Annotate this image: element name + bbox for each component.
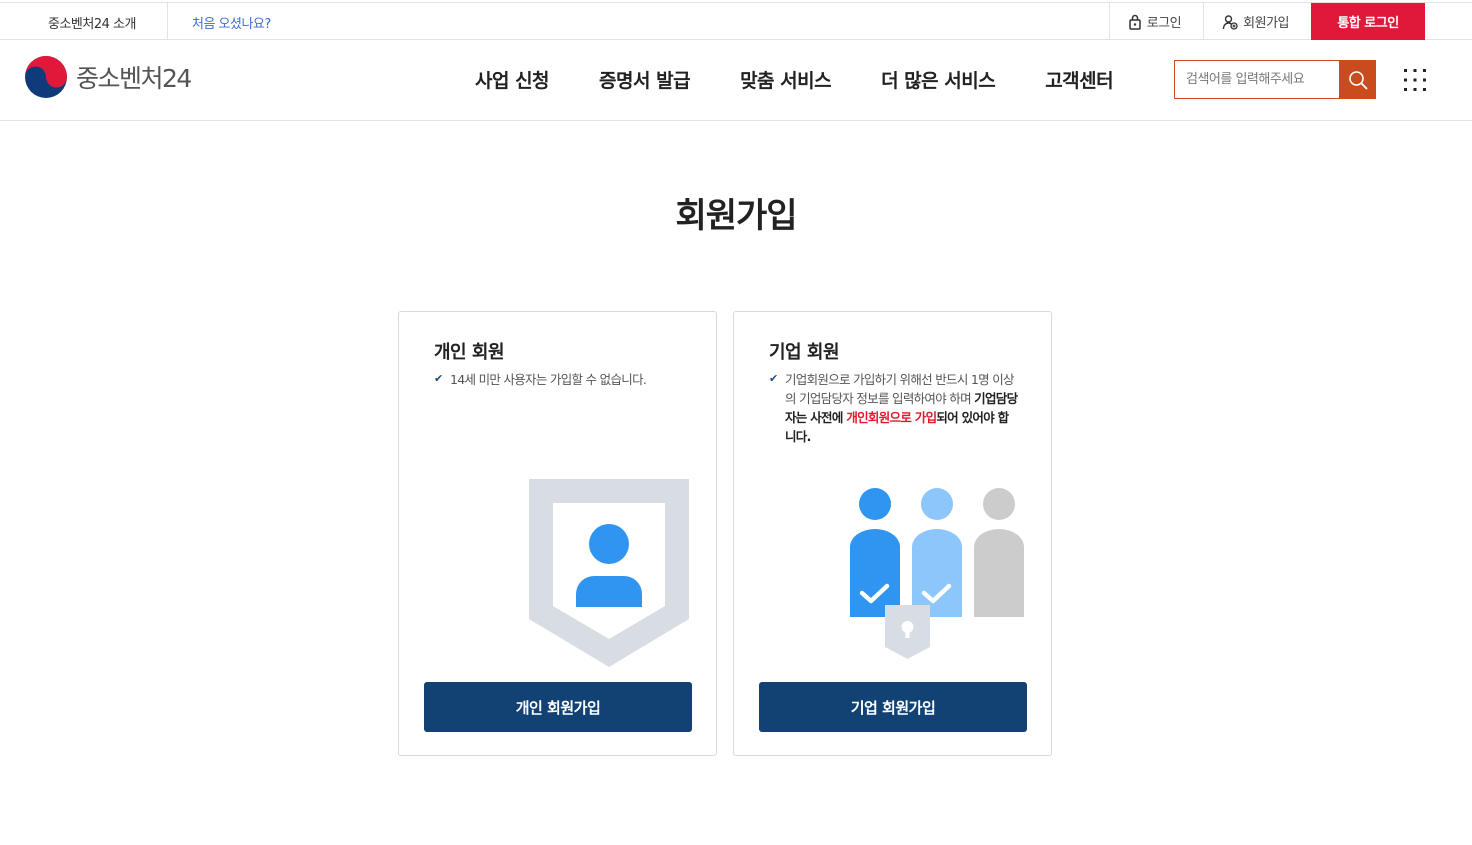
personal-member-card: 개인 회원 ✔ 14세 미만 사용자는 가입할 수 없습니다. 개인 회원가입 xyxy=(398,311,717,756)
business-member-card: 기업 회원 ✔ 기업회원으로 가입하기 위해선 반드시 1명 이상의 기업담당자… xyxy=(733,311,1052,756)
integrated-login-button[interactable]: 통합 로그인 xyxy=(1311,3,1425,40)
personal-note-text: 14세 미만 사용자는 가입할 수 없습니다. xyxy=(450,372,647,387)
search-box xyxy=(1174,60,1376,99)
search-icon xyxy=(1348,70,1367,89)
check-icon: ✔ xyxy=(434,372,443,385)
nav-more-services[interactable]: 더 많은 서비스 xyxy=(881,66,996,93)
global-navigation: 사업 신청 증명서 발급 맞춤 서비스 더 많은 서비스 고객센터 xyxy=(475,66,1163,93)
top-utility-bar: 중소벤처24 소개 처음 오셨나요? 로그인 회원가입 통합 로그인 xyxy=(0,2,1472,40)
main-header: 중소벤처24 사업 신청 증명서 발급 맞춤 서비스 더 많은 서비스 고객센터 xyxy=(0,40,1472,121)
personal-signup-button[interactable]: 개인 회원가입 xyxy=(424,682,692,732)
business-people-illustration xyxy=(850,488,1024,659)
check-icon: ✔ xyxy=(769,372,778,385)
nav-customer-center[interactable]: 고객센터 xyxy=(1045,66,1113,93)
personal-shield-illustration xyxy=(529,479,689,667)
lock-icon xyxy=(1129,14,1141,30)
signup-link[interactable]: 회원가입 xyxy=(1203,3,1311,40)
login-label: 로그인 xyxy=(1146,16,1182,31)
first-visit-link[interactable]: 처음 오셨나요? xyxy=(192,13,271,32)
nav-certificate[interactable]: 증명서 발급 xyxy=(599,66,691,93)
site-logo[interactable]: 중소벤처24 xyxy=(24,55,192,99)
business-card-title: 기업 회원 xyxy=(769,342,840,363)
personal-card-note: ✔ 14세 미만 사용자는 가입할 수 없습니다. xyxy=(434,370,684,389)
personal-card-title: 개인 회원 xyxy=(434,342,505,363)
login-link[interactable]: 로그인 xyxy=(1108,3,1203,40)
logo-text: 중소벤처24 xyxy=(76,64,192,93)
business-card-note: ✔ 기업회원으로 가입하기 위해선 반드시 1명 이상의 기업담당자 정보를 입… xyxy=(769,370,1019,446)
divider xyxy=(167,3,168,40)
user-add-icon xyxy=(1222,14,1238,30)
search-input[interactable] xyxy=(1174,60,1339,99)
business-signup-button[interactable]: 기업 회원가입 xyxy=(759,682,1027,732)
all-menu-icon xyxy=(1404,69,1426,91)
search-button[interactable] xyxy=(1339,60,1376,99)
signup-label: 회원가입 xyxy=(1243,16,1289,31)
business-note-red: 개인회원으로 가입 xyxy=(846,410,937,425)
business-note-text: 기업회원으로 가입하기 위해선 반드시 1명 이상의 기업담당자 정보를 입력하… xyxy=(785,370,1019,446)
nav-custom-service[interactable]: 맞춤 서비스 xyxy=(740,66,832,93)
top-account-links: 로그인 회원가입 통합 로그인 xyxy=(1108,3,1425,40)
page-title: 회원가입 xyxy=(675,196,797,236)
nav-business-apply[interactable]: 사업 신청 xyxy=(475,66,550,93)
taegeuk-logo-icon xyxy=(25,56,67,98)
intro-link[interactable]: 중소벤처24 소개 xyxy=(48,13,136,32)
all-menu-button[interactable] xyxy=(1404,69,1426,91)
